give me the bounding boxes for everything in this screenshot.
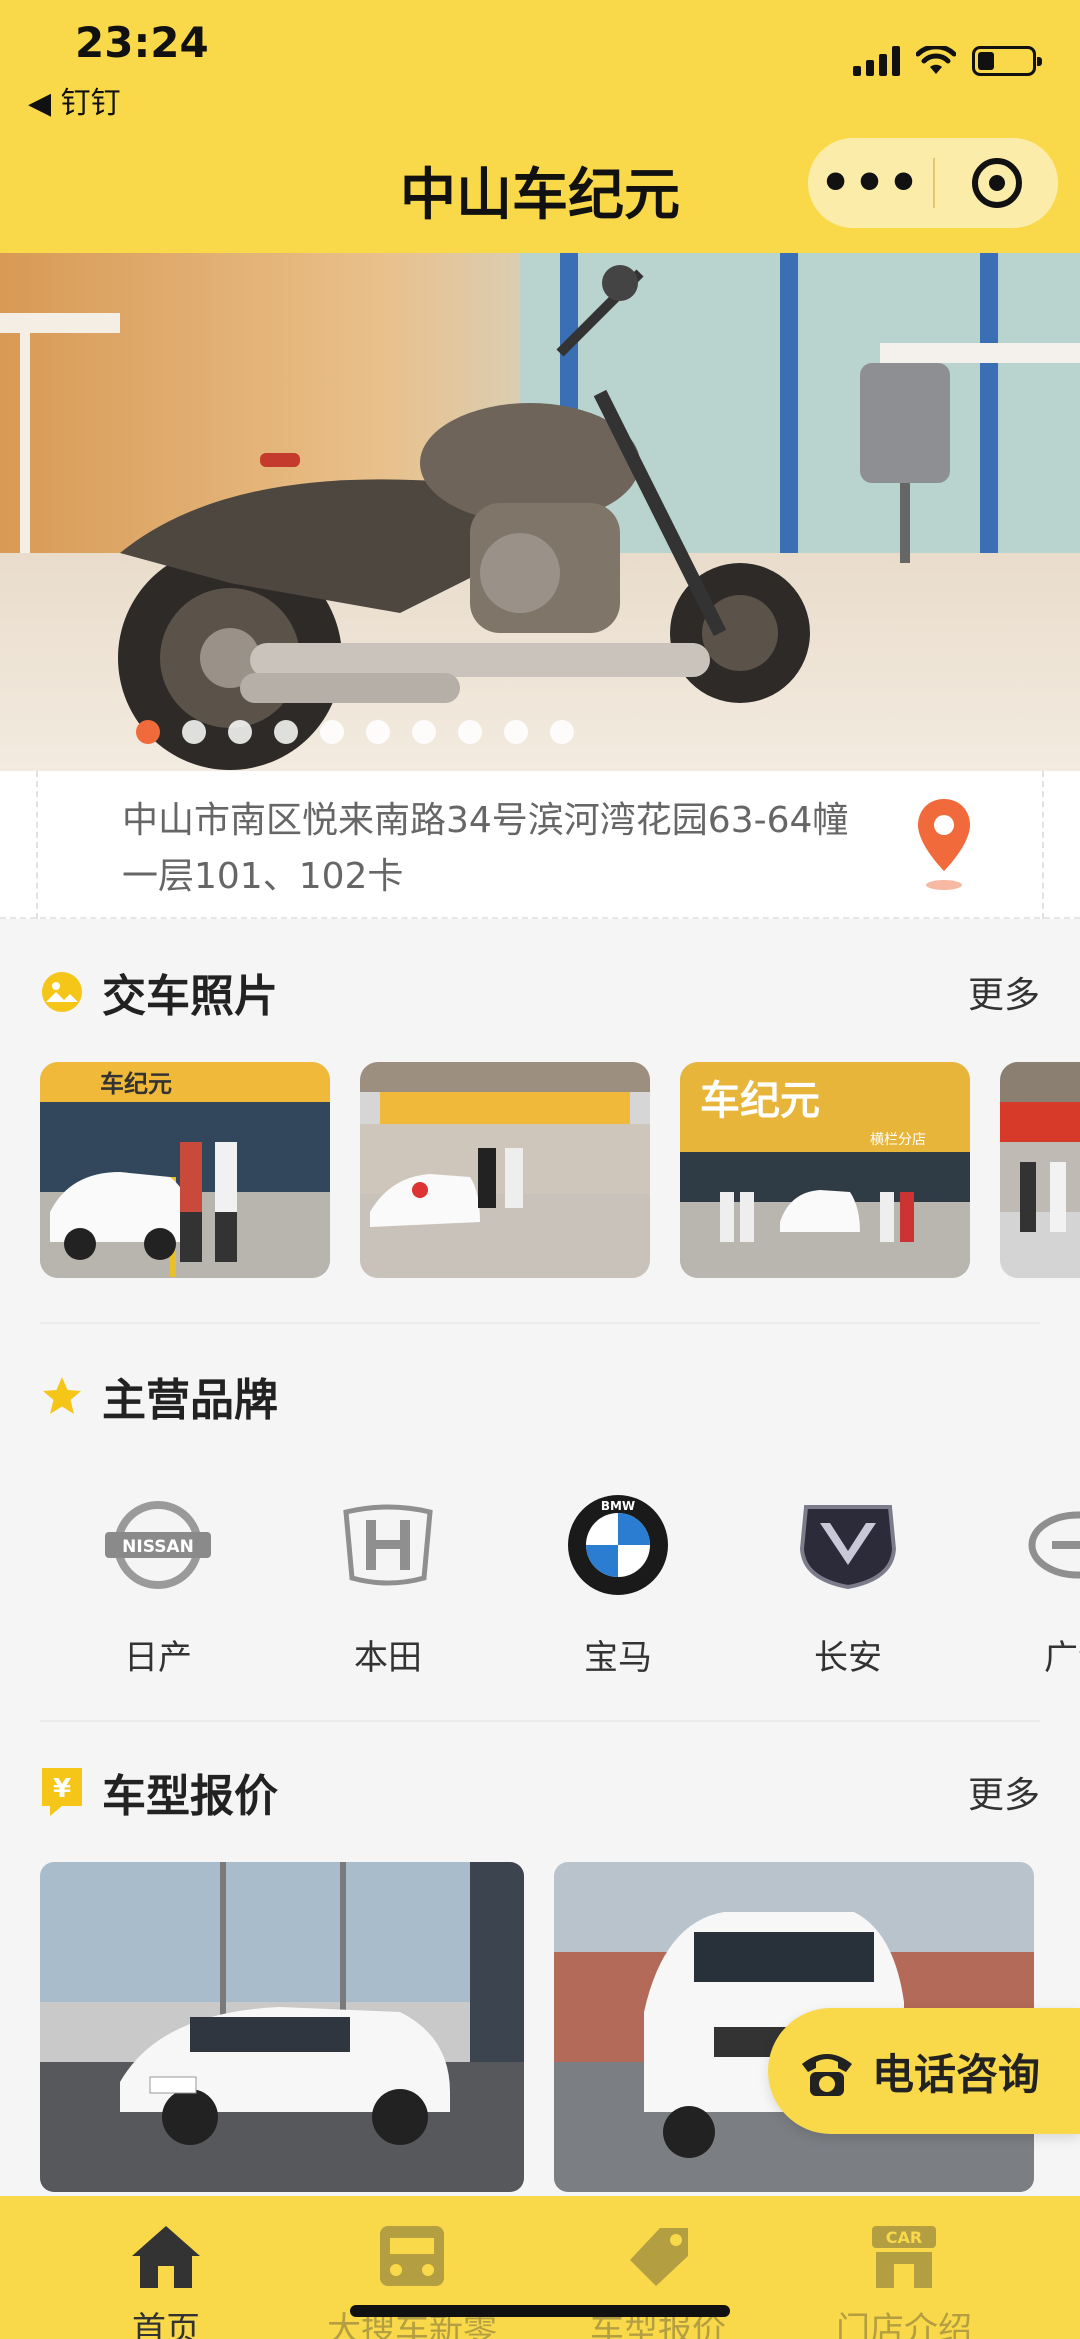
nissan-logo-icon: NISSAN: [58, 1490, 258, 1600]
brand-item-bmw[interactable]: BMW 宝马: [518, 1490, 718, 1679]
brands-header: 主营品牌: [40, 1366, 1040, 1426]
back-to-app-link[interactable]: ◀ 钉钉: [28, 78, 121, 122]
brand-name: 长安: [814, 1638, 882, 1678]
gac-logo-icon: [978, 1490, 1080, 1600]
honda-logo-icon: [288, 1490, 488, 1600]
phone-consult-label: 电话咨询: [872, 2049, 1041, 2099]
brand-item-changan[interactable]: 长安: [748, 1490, 948, 1679]
banner-pagination: [0, 720, 895, 744]
phone-consult-button[interactable]: 电话咨询: [768, 2008, 1080, 2134]
pagination-dot[interactable]: [366, 720, 390, 744]
store-address: 中山市南区悦来南路34号滨河湾花园63-64幢一层101、102卡: [122, 800, 849, 897]
battery-icon: [972, 46, 1042, 76]
store-icon: CAR: [804, 2216, 1004, 2296]
tab-car-prices[interactable]: 车型报价: [558, 2216, 758, 2339]
brand-item-nissan[interactable]: NISSAN 日产: [58, 1490, 258, 1679]
banner-image-motorcycle: [0, 253, 1080, 771]
section-title: 车型报价: [102, 1771, 278, 1822]
brand-name: 本田: [354, 1638, 422, 1678]
pagination-dot[interactable]: [182, 720, 206, 744]
top-bar: 23:24 ◀ 钉钉 中山车纪元 •••: [0, 0, 1080, 253]
pagination-dot[interactable]: [412, 720, 436, 744]
phone-icon: [802, 2054, 852, 2096]
photo-icon: [40, 970, 84, 1014]
delivery-photo[interactable]: [1000, 1062, 1080, 1278]
tab-store-intro[interactable]: CAR 门店介绍: [804, 2216, 1004, 2339]
pagination-dot[interactable]: [320, 720, 344, 744]
close-mini-program-button[interactable]: [935, 158, 1058, 208]
more-link[interactable]: 更多: [968, 966, 1040, 1018]
logo-text: BMW: [601, 1499, 635, 1513]
more-link[interactable]: 更多: [968, 1766, 1040, 1818]
star-icon: [40, 1374, 84, 1418]
section-title: 主营品牌: [102, 1375, 278, 1426]
address-card[interactable]: 中山市南区悦来南路34号滨河湾花园63-64幢一层101、102卡: [0, 771, 1080, 919]
price-tag-icon: [558, 2216, 758, 2296]
price-tag-icon: ¥: [40, 1768, 84, 1816]
car-shop-icon: [312, 2216, 512, 2296]
status-time: 23:24: [75, 18, 209, 67]
brand-item-honda[interactable]: 本田: [288, 1490, 488, 1679]
ticket-edge-left: [36, 771, 60, 919]
car-badge-text: CAR: [886, 2228, 922, 2247]
delivery-photos-list: 车纪元 车纪元 横栏分店: [40, 1062, 1080, 1280]
yen-symbol: ¥: [53, 1774, 71, 1804]
brand-name: 宝马: [584, 1638, 652, 1678]
changan-logo-icon: [748, 1490, 948, 1600]
bottom-tab-bar: 首页 大搜车新零售 车型报价: [0, 2196, 1080, 2339]
delivery-photo[interactable]: [360, 1062, 650, 1278]
prices-header: ¥ 车型报价 更多: [40, 1762, 1040, 1822]
ticket-edge-right: [1020, 771, 1044, 919]
wifi-icon: [916, 46, 956, 74]
tab-label: 首页: [132, 2310, 200, 2339]
brand-list: NISSAN 日产 本田 BMW 宝马 长安 广: [0, 1490, 1080, 1680]
pagination-dot-active[interactable]: [136, 720, 160, 744]
tab-home[interactable]: 首页: [66, 2216, 266, 2339]
location-pin-icon[interactable]: [914, 795, 974, 895]
pagination-dot[interactable]: [550, 720, 574, 744]
logo-text: NISSAN: [122, 1537, 194, 1557]
more-menu-button[interactable]: •••: [808, 138, 933, 228]
delivery-photos-header: 交车照片 更多: [40, 962, 1040, 1022]
bmw-logo-icon: BMW: [518, 1490, 718, 1600]
home-icon: [66, 2216, 266, 2296]
tab-new-retail[interactable]: 大搜车新零售: [312, 2216, 512, 2339]
section-divider: [40, 1322, 1040, 1324]
target-icon: [971, 158, 1022, 208]
store-sign-text: 车纪元: [700, 1078, 820, 1124]
car-card[interactable]: [40, 1862, 524, 2192]
store-branch-text: 横栏分店: [870, 1132, 926, 1148]
brand-item-gac[interactable]: 广汽: [978, 1490, 1080, 1679]
delivery-photo[interactable]: 车纪元: [40, 1062, 330, 1278]
pagination-dot[interactable]: [458, 720, 482, 744]
brand-name: 广汽: [1044, 1638, 1080, 1678]
mini-program-capsule: •••: [808, 138, 1058, 228]
store-sign-text: 车纪元: [100, 1070, 172, 1098]
home-indicator: [350, 2305, 730, 2317]
pagination-dot[interactable]: [274, 720, 298, 744]
banner-carousel[interactable]: [0, 253, 1080, 771]
status-icons: [853, 46, 1042, 76]
section-divider: [40, 1720, 1040, 1722]
section-title: 交车照片: [102, 971, 278, 1022]
delivery-photo[interactable]: 车纪元 横栏分店: [680, 1062, 970, 1278]
pagination-dot[interactable]: [228, 720, 252, 744]
app-screen: 23:24 ◀ 钉钉 中山车纪元 ••• 中山市南区悦来南路34号滨河湾花园63…: [0, 0, 1080, 2339]
tab-label: 门店介绍: [836, 2310, 972, 2339]
brand-name: 日产: [124, 1638, 192, 1678]
pagination-dot[interactable]: [504, 720, 528, 744]
signal-icon: [853, 46, 900, 76]
